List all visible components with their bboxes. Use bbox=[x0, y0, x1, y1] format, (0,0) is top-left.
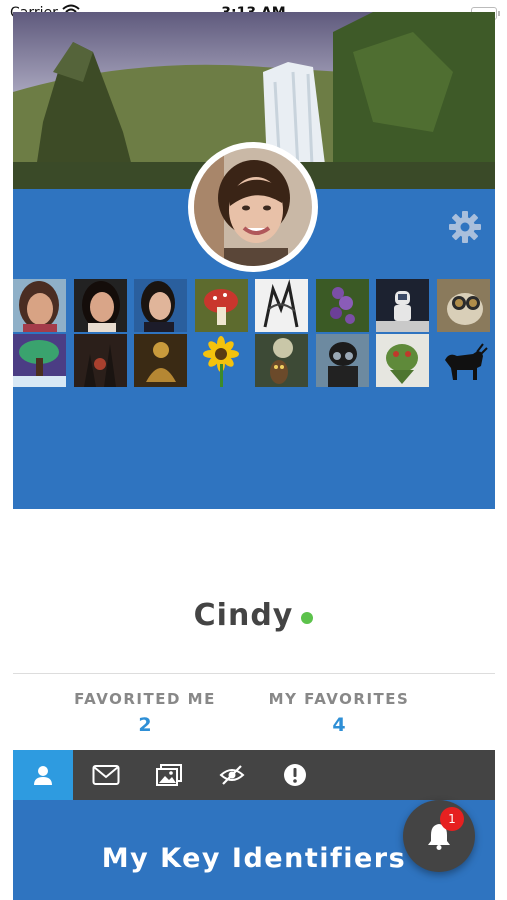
tab-report[interactable] bbox=[265, 750, 325, 800]
profile-name-row: Cindy bbox=[0, 598, 507, 633]
gallery-thumb-portrait-woman-2[interactable] bbox=[73, 279, 127, 332]
tab-messages[interactable] bbox=[76, 750, 136, 800]
divider bbox=[13, 673, 495, 674]
profile-name: Cindy bbox=[193, 598, 294, 633]
user-icon bbox=[34, 766, 52, 785]
favorited-me-label: FAVORITED ME bbox=[74, 690, 216, 708]
profile-tab-bar bbox=[13, 750, 495, 800]
gallery-thumb-ink-sketch[interactable] bbox=[255, 279, 308, 332]
gallery-thumb-purple-flowers[interactable] bbox=[315, 279, 369, 332]
gallery-thumb-sunflower[interactable] bbox=[194, 334, 248, 387]
gallery-thumb-owl-moon[interactable] bbox=[255, 334, 308, 387]
photo-gallery bbox=[13, 279, 495, 387]
tab-photos[interactable] bbox=[139, 750, 199, 800]
profile-avatar[interactable] bbox=[188, 142, 318, 272]
my-favorites-stat[interactable]: MY FAVORITES 4 bbox=[244, 690, 434, 736]
gallery-thumb-portrait-woman-1[interactable] bbox=[13, 279, 66, 332]
hidden-eye-icon bbox=[219, 765, 245, 785]
gallery-thumb-astronaut-toy[interactable] bbox=[376, 279, 429, 332]
gallery-thumb-black-bull[interactable] bbox=[436, 334, 490, 387]
gallery-thumb-red-mushroom[interactable] bbox=[194, 279, 248, 332]
gallery-thumb-dark-forest[interactable] bbox=[73, 334, 127, 387]
my-favorites-count: 4 bbox=[332, 714, 346, 736]
settings-gear-icon[interactable] bbox=[448, 210, 482, 244]
notification-count-badge: 1 bbox=[440, 807, 464, 831]
my-favorites-label: MY FAVORITES bbox=[268, 690, 410, 708]
mail-icon bbox=[92, 765, 120, 785]
tab-profile[interactable] bbox=[13, 750, 73, 800]
gallery-thumb-green-creature[interactable] bbox=[376, 334, 429, 387]
favorited-me-count: 2 bbox=[138, 714, 152, 736]
photos-icon bbox=[156, 764, 182, 786]
notifications-button[interactable]: 1 bbox=[403, 800, 475, 872]
alert-icon bbox=[284, 764, 306, 786]
gallery-thumb-golden-statue[interactable] bbox=[134, 334, 187, 387]
gallery-thumb-portrait-woman-3[interactable] bbox=[134, 279, 187, 332]
favorited-me-stat[interactable]: FAVORITED ME 2 bbox=[50, 690, 240, 736]
online-status-dot bbox=[301, 611, 314, 624]
tab-hidden[interactable] bbox=[202, 750, 262, 800]
gallery-thumb-fantasy-tree[interactable] bbox=[13, 334, 66, 387]
gallery-thumb-masked-figure[interactable] bbox=[315, 334, 369, 387]
gallery-thumb-steampunk-skull[interactable] bbox=[436, 279, 490, 332]
